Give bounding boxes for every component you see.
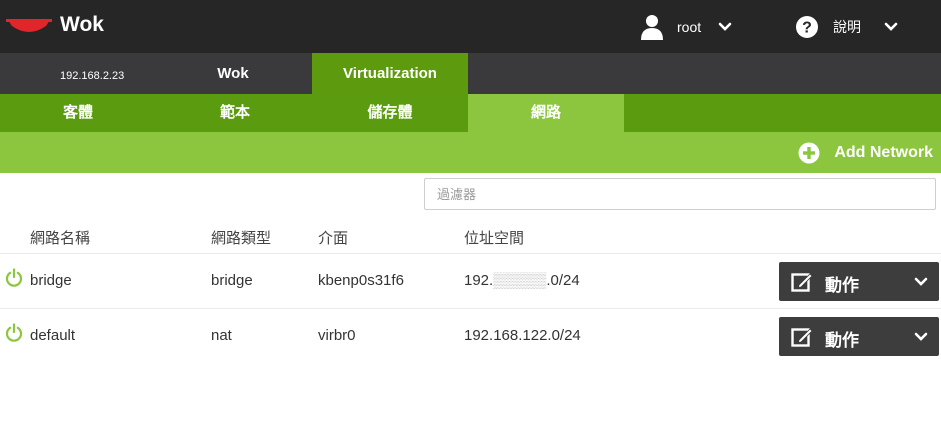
user-name: root bbox=[677, 19, 702, 35]
tab-guests[interactable]: 客體 bbox=[28, 94, 128, 132]
power-icon[interactable] bbox=[4, 268, 24, 288]
column-header-type: 網路類型 bbox=[211, 230, 272, 247]
tab-network[interactable]: 網路 bbox=[468, 94, 624, 132]
tab-wok[interactable]: Wok bbox=[190, 53, 276, 94]
chevron-down-icon bbox=[718, 22, 732, 31]
actions-label: 動作 bbox=[825, 276, 859, 295]
wok-logo-icon bbox=[6, 19, 52, 32]
chevron-down-icon bbox=[914, 332, 928, 341]
network-interface: virbr0 bbox=[318, 327, 356, 344]
edit-icon bbox=[791, 328, 813, 347]
network-address-space: 192.168.122.0/24 bbox=[464, 327, 581, 344]
address-suffix: .0/24 bbox=[546, 272, 580, 289]
svg-text:?: ? bbox=[802, 20, 812, 37]
network-type: bridge bbox=[211, 272, 253, 289]
power-icon[interactable] bbox=[4, 323, 24, 343]
edit-icon bbox=[791, 273, 813, 292]
tab-storage[interactable]: 儲存體 bbox=[340, 94, 440, 132]
user-menu[interactable]: root bbox=[640, 14, 733, 40]
actions-button[interactable]: 動作 bbox=[779, 262, 939, 301]
actions-label: 動作 bbox=[825, 331, 859, 350]
top-bar: Wok root ? 說明 bbox=[0, 0, 941, 53]
network-type: nat bbox=[211, 327, 232, 344]
sub-nav: 客體 範本 儲存體 網路 bbox=[0, 94, 941, 132]
brand-name: Wok bbox=[60, 13, 104, 36]
address-masked: ▒▒▒▒▒ bbox=[493, 272, 547, 289]
actions-button[interactable]: 動作 bbox=[779, 317, 939, 356]
column-header-address-space: 位址空間 bbox=[464, 230, 525, 247]
action-bar: Add Network bbox=[0, 132, 941, 173]
address-prefix: 192. bbox=[464, 272, 494, 289]
plus-circle-icon bbox=[798, 142, 820, 163]
filter-input[interactable] bbox=[424, 178, 936, 210]
host-bar: 192.168.2.23 Wok Virtualization bbox=[0, 53, 941, 94]
add-network-button[interactable]: Add Network bbox=[798, 132, 933, 173]
network-name: bridge bbox=[30, 272, 72, 289]
help-menu[interactable]: ? 說明 bbox=[795, 14, 899, 40]
tab-virtualization[interactable]: Virtualization bbox=[312, 53, 468, 94]
network-address-space: 192.▒▒▒▒▒.0/24 bbox=[464, 272, 580, 289]
user-icon bbox=[641, 15, 663, 40]
chevron-down-icon bbox=[914, 277, 928, 286]
question-icon: ? bbox=[796, 16, 818, 38]
row-divider bbox=[0, 308, 941, 309]
network-name: default bbox=[30, 327, 76, 344]
network-interface: kbenp0s31f6 bbox=[318, 272, 404, 289]
column-header-name: 網路名稱 bbox=[30, 230, 91, 247]
host-ip: 192.168.2.23 bbox=[60, 70, 125, 82]
add-network-label: Add Network bbox=[834, 143, 933, 161]
column-header-interface: 介面 bbox=[318, 230, 349, 247]
tab-templates[interactable]: 範本 bbox=[185, 94, 285, 132]
help-label: 說明 bbox=[833, 19, 861, 35]
chevron-down-icon bbox=[884, 22, 898, 31]
row-divider bbox=[0, 253, 941, 254]
